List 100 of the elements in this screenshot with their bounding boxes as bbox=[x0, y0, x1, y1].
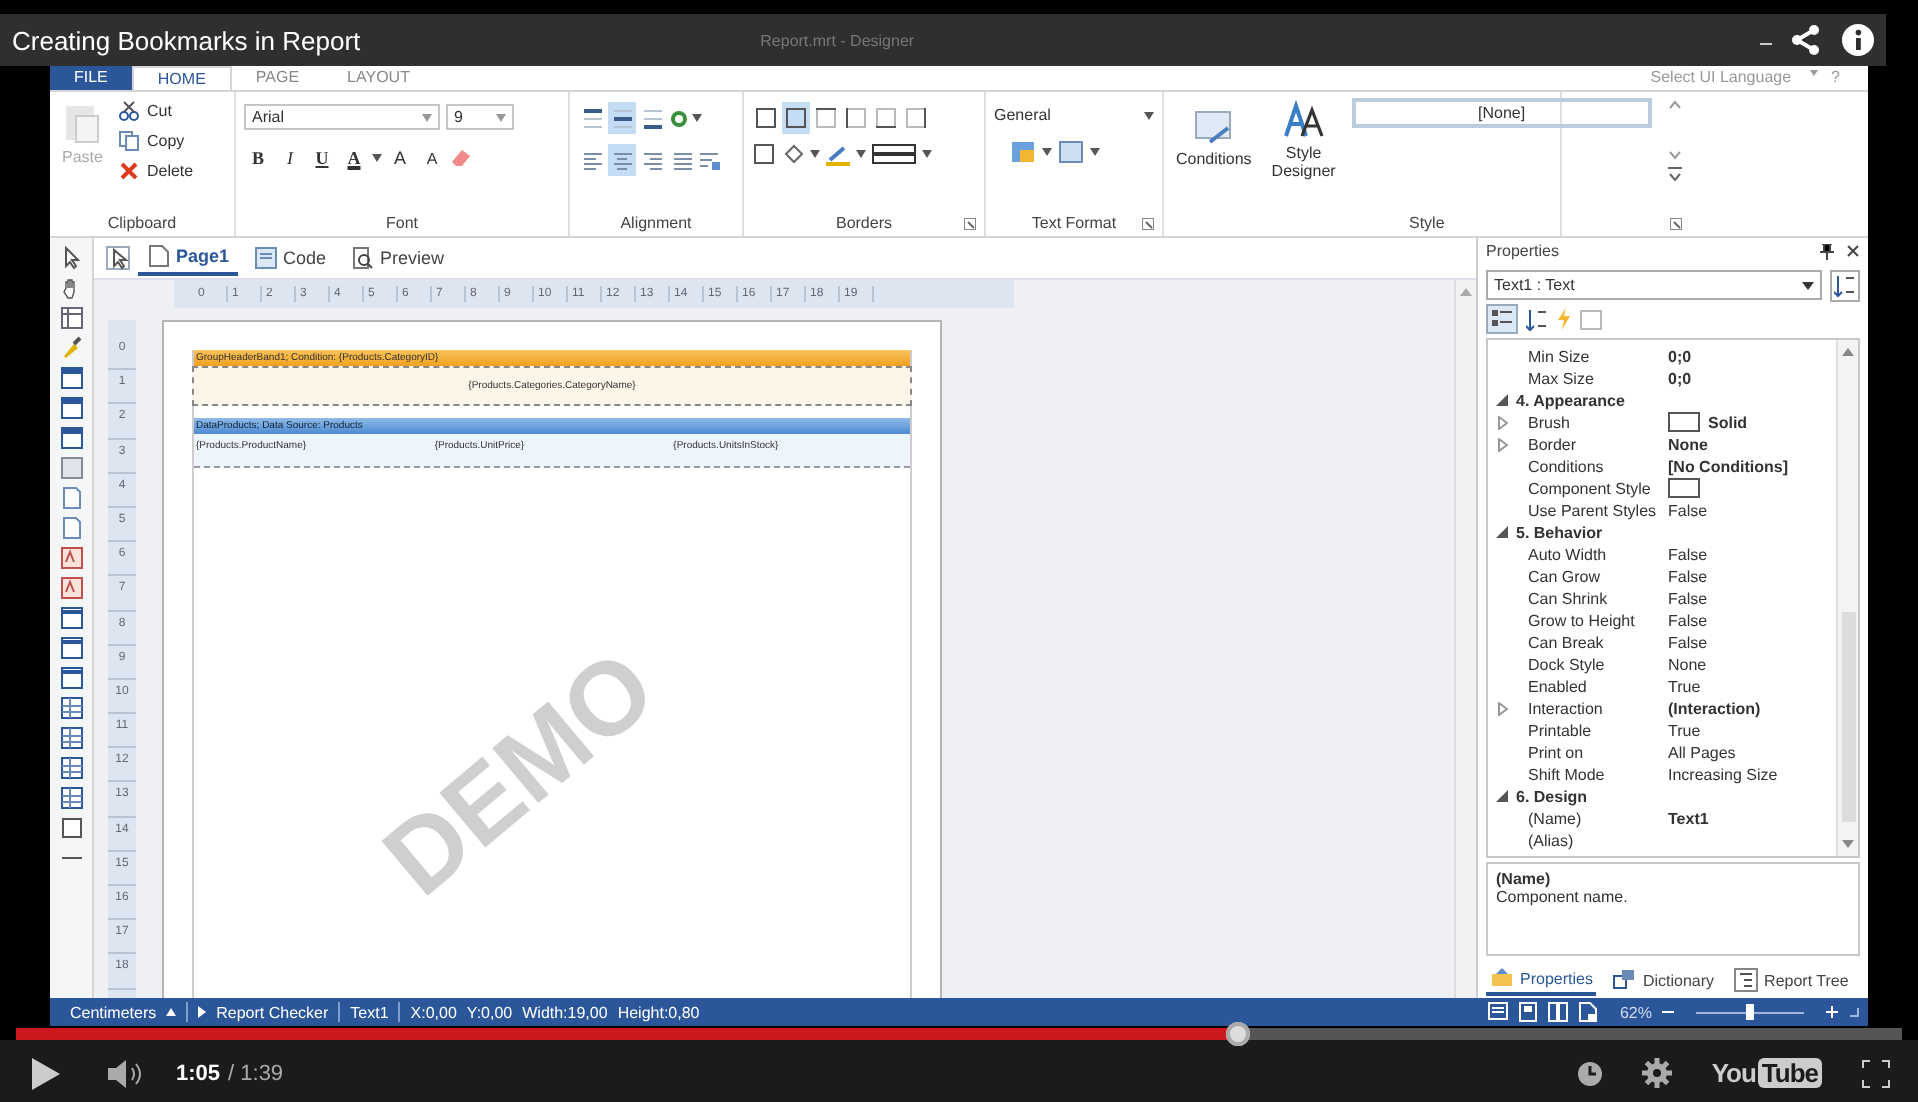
category-name[interactable]: 6. Design bbox=[1516, 785, 1588, 808]
property-name[interactable]: Shift Mode bbox=[1516, 763, 1668, 786]
property-name[interactable]: Dock Style bbox=[1516, 653, 1668, 676]
bold-button[interactable]: B bbox=[244, 142, 272, 174]
view-tab[interactable]: Page1 bbox=[138, 240, 238, 276]
settings-button[interactable] bbox=[1641, 1058, 1672, 1088]
view-mode-button[interactable] bbox=[1517, 1002, 1538, 1022]
property-name[interactable]: Enabled bbox=[1516, 675, 1668, 698]
tool-button[interactable] bbox=[59, 396, 83, 420]
units-selector[interactable]: Centimeters bbox=[70, 1003, 157, 1021]
border-button[interactable] bbox=[782, 102, 810, 134]
tool-button[interactable] bbox=[59, 456, 83, 480]
view-mode-button[interactable] bbox=[1487, 1002, 1508, 1022]
categorized-button[interactable] bbox=[1486, 304, 1518, 335]
tool-button[interactable] bbox=[59, 816, 83, 840]
italic-button[interactable]: I bbox=[276, 142, 304, 174]
property-name[interactable]: Can Shrink bbox=[1516, 587, 1668, 610]
scroll-up-icon bbox=[1460, 286, 1472, 296]
property-name[interactable]: Conditions bbox=[1516, 455, 1668, 478]
tool-button[interactable] bbox=[59, 366, 83, 390]
tool-button[interactable] bbox=[59, 306, 83, 330]
border-button[interactable] bbox=[752, 102, 780, 134]
volume-button[interactable] bbox=[108, 1059, 144, 1087]
format-combo[interactable]: General bbox=[994, 106, 1154, 124]
video-title[interactable]: Creating Bookmarks in Report bbox=[12, 25, 361, 55]
category-name[interactable]: 4. Appearance bbox=[1516, 389, 1625, 412]
window-icon bbox=[1580, 309, 1602, 330]
panel-tab[interactable]: Report Tree bbox=[1730, 966, 1853, 995]
property-name[interactable]: Min Size bbox=[1516, 345, 1668, 368]
property-name[interactable]: Max Size bbox=[1516, 367, 1668, 390]
delete-button[interactable]: Delete bbox=[114, 158, 198, 184]
category-name[interactable]: 5. Behavior bbox=[1516, 521, 1603, 544]
square-icon bbox=[784, 106, 808, 130]
border-button[interactable] bbox=[872, 102, 900, 134]
view-mode-button[interactable] bbox=[1547, 1002, 1568, 1022]
tool-button[interactable] bbox=[59, 726, 83, 750]
ribbon-tab[interactable]: HOME bbox=[131, 66, 232, 90]
tool-button[interactable] bbox=[59, 546, 83, 570]
property-name[interactable]: (Name) bbox=[1516, 807, 1668, 830]
property-name[interactable]: Print on bbox=[1516, 741, 1668, 764]
border-button[interactable] bbox=[902, 102, 930, 134]
border-button[interactable] bbox=[842, 102, 870, 134]
property-name[interactable]: Border bbox=[1516, 433, 1668, 456]
font-name-combo[interactable]: Arial bbox=[244, 104, 440, 130]
tool-button[interactable] bbox=[59, 426, 83, 450]
property-name[interactable]: Can Break bbox=[1516, 631, 1668, 654]
ribbon-tab[interactable]: PAGE bbox=[231, 66, 324, 90]
tool-button[interactable] bbox=[59, 786, 83, 810]
code-icon bbox=[253, 246, 278, 270]
watch-later-button[interactable] bbox=[1577, 1061, 1602, 1085]
cut-button[interactable]: Cut bbox=[114, 98, 198, 124]
scissors-icon bbox=[118, 100, 141, 122]
tool-button[interactable] bbox=[59, 606, 83, 630]
lines-icon bbox=[671, 149, 693, 171]
style-designer-button[interactable]: Style Designer bbox=[1265, 98, 1342, 182]
property-name[interactable]: Printable bbox=[1516, 719, 1668, 742]
square-icon bbox=[814, 106, 838, 130]
pin-icon bbox=[1820, 243, 1834, 260]
ribbon-tab[interactable]: FILE bbox=[50, 66, 132, 90]
info-button[interactable] bbox=[1842, 24, 1874, 56]
conditions-button[interactable]: Conditions bbox=[1172, 98, 1256, 170]
tool-button[interactable] bbox=[59, 486, 83, 510]
play-button[interactable] bbox=[32, 1057, 60, 1089]
share-button[interactable] bbox=[1790, 24, 1822, 56]
property-name[interactable]: (Alias) bbox=[1516, 829, 1668, 852]
align-button[interactable] bbox=[608, 102, 636, 134]
tool-button[interactable] bbox=[59, 756, 83, 780]
font-color-button[interactable]: A bbox=[340, 142, 368, 174]
property-name[interactable]: Auto Width bbox=[1516, 543, 1668, 566]
panel-tab[interactable]: Dictionary bbox=[1608, 966, 1719, 995]
tool-button[interactable] bbox=[59, 666, 83, 690]
tool-button[interactable] bbox=[59, 336, 83, 360]
view-tab[interactable]: Preview bbox=[342, 242, 453, 274]
property-name[interactable]: Grow to Height bbox=[1516, 609, 1668, 632]
tool-button[interactable] bbox=[59, 516, 83, 540]
tool-button[interactable] bbox=[59, 696, 83, 720]
border-button[interactable] bbox=[812, 102, 840, 134]
ribbon-tab[interactable]: LAYOUT bbox=[323, 66, 434, 90]
property-name[interactable]: Brush bbox=[1516, 411, 1668, 434]
copy-button[interactable]: Copy bbox=[114, 128, 198, 154]
underline-button[interactable]: U bbox=[308, 142, 336, 174]
sort-button[interactable] bbox=[1830, 269, 1860, 302]
component-selector[interactable]: Text1 : Text bbox=[1486, 270, 1822, 301]
report-checker-button[interactable]: Report Checker bbox=[216, 1003, 329, 1021]
style-field[interactable]: [None] bbox=[1351, 98, 1652, 128]
grow-font-button[interactable]: A bbox=[386, 142, 414, 174]
fullscreen-button[interactable] bbox=[1862, 1059, 1890, 1087]
tool-button[interactable] bbox=[59, 246, 83, 270]
property-name[interactable]: Can Grow bbox=[1516, 565, 1668, 588]
property-name[interactable]: Use Parent Styles bbox=[1516, 499, 1668, 522]
position-y: Y:0,00 bbox=[466, 1003, 513, 1021]
view-tab[interactable]: Code bbox=[245, 242, 335, 274]
font-size-combo[interactable]: 9 bbox=[446, 104, 514, 130]
property-name[interactable]: Component Style bbox=[1516, 477, 1668, 500]
shrink-font-button[interactable]: A bbox=[418, 142, 446, 174]
tool-button[interactable] bbox=[59, 576, 83, 600]
zoom-thumb[interactable] bbox=[1746, 1003, 1754, 1019]
view-mode-button[interactable] bbox=[1577, 1002, 1598, 1022]
tool-button[interactable] bbox=[59, 636, 83, 660]
property-name[interactable]: Interaction bbox=[1516, 697, 1668, 720]
